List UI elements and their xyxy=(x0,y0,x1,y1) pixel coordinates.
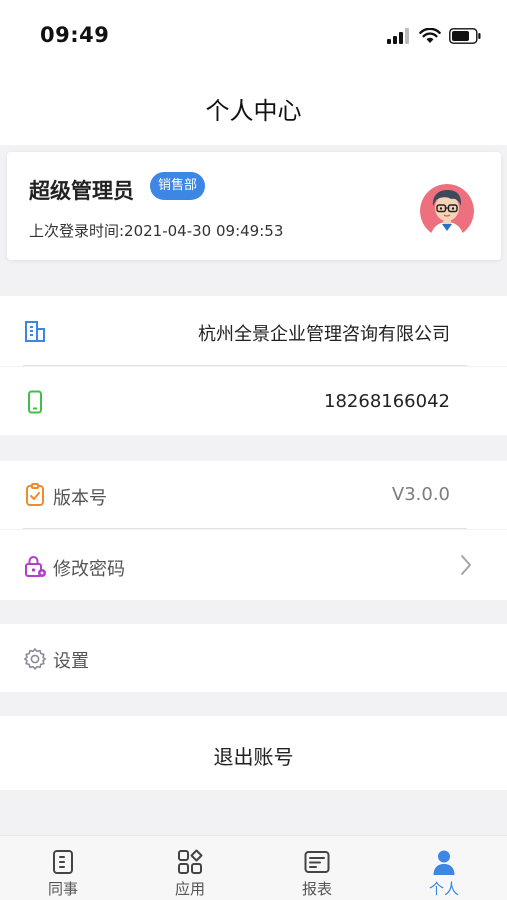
phone-number: 18268166042 xyxy=(324,391,450,412)
page-title: 个人中心 xyxy=(205,97,302,125)
tab-label: 报表 xyxy=(301,880,332,898)
last-login-time: 上次登录时间:2021-04-30 09:49:53 xyxy=(29,222,284,240)
phone-icon xyxy=(28,390,42,414)
report-icon xyxy=(304,851,330,873)
gear-icon xyxy=(24,648,46,670)
profile-card[interactable]: 超级管理员 销售部 上次登录时间:2021-04-30 09:49:53 xyxy=(7,152,501,260)
tab-label: 同事 xyxy=(47,880,78,898)
company-row: 杭州全景企业管理咨询有限公司 xyxy=(0,296,507,366)
user-avatar-icon[interactable] xyxy=(420,184,474,238)
chevron-right-icon xyxy=(461,555,471,575)
person-icon xyxy=(433,850,455,875)
battery-icon xyxy=(449,28,481,44)
status-icons xyxy=(387,26,481,46)
row-divider xyxy=(23,528,467,529)
change-password-row[interactable]: 修改密码 xyxy=(0,530,507,600)
version-label: 版本号 xyxy=(53,488,107,509)
wifi-icon xyxy=(419,28,441,43)
lock-icon xyxy=(25,556,46,577)
version-value: V3.0.0 xyxy=(391,484,450,505)
phone-row: 18268166042 xyxy=(0,367,507,435)
version-icon xyxy=(26,483,44,506)
company-name: 杭州全景企业管理咨询有限公司 xyxy=(198,324,450,345)
settings-row[interactable]: 设置 xyxy=(0,624,507,692)
personal-center-page: 09:49 个人中心 超级管理员 销售部 上次登录时间:2021-04-30 0… xyxy=(0,0,507,900)
department-badge: 销售部 xyxy=(150,172,206,200)
signal-icon xyxy=(387,28,409,44)
row-divider xyxy=(23,365,467,366)
change-password-label: 修改密码 xyxy=(53,559,125,580)
logout-button[interactable]: 退出账号 xyxy=(0,716,507,790)
tab-report[interactable]: 报表 xyxy=(254,836,380,900)
profile-name: 超级管理员 xyxy=(29,179,134,203)
apps-icon xyxy=(178,849,203,874)
tab-label: 个人 xyxy=(428,880,459,898)
tab-bar: 同事 应用 报表 个人 xyxy=(0,835,507,900)
building-icon xyxy=(25,321,45,342)
logout-label: 退出账号 xyxy=(213,745,294,769)
status-bar: 09:49 xyxy=(0,0,507,70)
settings-label: 设置 xyxy=(53,651,89,672)
version-row: 版本号 V3.0.0 xyxy=(0,461,507,529)
tab-apps[interactable]: 应用 xyxy=(127,836,253,900)
tab-label: 应用 xyxy=(174,880,205,898)
tab-personal[interactable]: 个人 xyxy=(381,836,507,900)
status-time: 09:49 xyxy=(40,23,110,47)
colleague-icon xyxy=(53,850,73,874)
tab-colleague[interactable]: 同事 xyxy=(0,836,126,900)
nav-header: 个人中心 xyxy=(0,70,507,145)
